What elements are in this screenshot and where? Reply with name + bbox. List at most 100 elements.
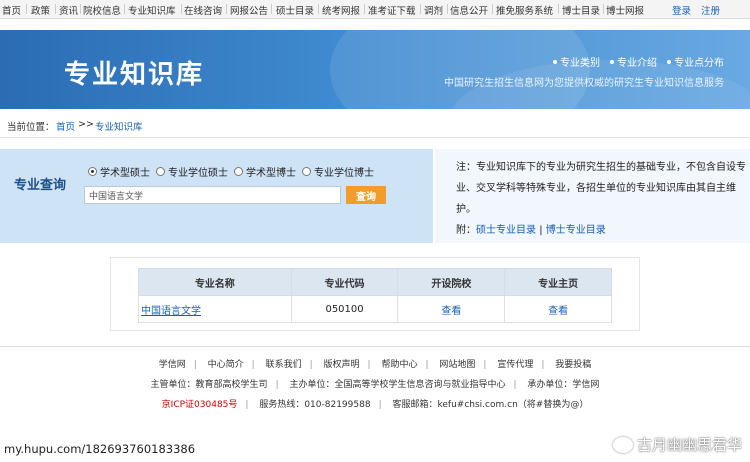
nav-separator — [181, 4, 182, 14]
nav-ticket-download[interactable]: 准考证下载 — [368, 3, 416, 17]
table-header-row: 专业名称 专业代码 开设院校 专业主页 — [138, 268, 612, 296]
master-catalog-link[interactable]: 硕士专业目录 — [476, 225, 536, 236]
bullet-icon — [553, 59, 557, 64]
notice-box: 注：专业知识库下的专业为研究生招生的基础专业，不包含自设专业、交叉学科等特殊专业… — [435, 149, 750, 243]
search-button[interactable]: 查询 — [346, 186, 386, 204]
breadcrumb-arrow: >> — [78, 119, 94, 130]
footer-operator: 承办单位：学信网 — [527, 380, 600, 390]
degree-type-radios: 学术型硕士 专业学位硕士 学术型博士 专业学位博士 — [88, 164, 374, 179]
banner-subtitle: 中国研究生招生信息网为您提供权威的研究生专业知识信息服务 — [444, 78, 724, 89]
footer-icp[interactable]: 京ICP证030485号 — [162, 400, 238, 410]
watermark-author: 古月幽幽思君华 — [612, 434, 742, 455]
radio-unchecked-icon — [156, 167, 165, 176]
nav-separator — [226, 4, 227, 14]
footer-link-copyright[interactable]: 版权声明 — [324, 360, 360, 370]
radio-unchecked-icon — [302, 167, 311, 176]
footer-link-sitemap[interactable]: 网站地图 — [439, 360, 475, 370]
radio-unchecked-icon — [234, 167, 243, 176]
attach-label: 附： — [456, 225, 476, 236]
nav-separator — [558, 4, 559, 14]
radio-professional-master[interactable]: 专业学位硕士 — [156, 164, 228, 179]
register-link[interactable]: 注册 — [701, 3, 720, 17]
footer-email: 客服邮箱：kefu#chsi.com.cn（将#替换为@） — [392, 400, 589, 410]
col-major-code: 专业代码 — [290, 268, 399, 296]
bullet-icon — [610, 59, 614, 64]
major-search-input[interactable] — [84, 186, 341, 204]
bullet-icon — [667, 59, 671, 64]
banner-link-label: 专业类别 — [560, 58, 600, 69]
page-banner: 专业知识库 专业类别 专业介绍 专业点分布 中国研究生招生信息网为您提供权威的研… — [0, 30, 750, 109]
radio-academic-phd[interactable]: 学术型博士 — [234, 164, 296, 179]
radio-label: 学术型博士 — [246, 168, 296, 179]
watermark-url: my.hupu.com/182693760183386 — [4, 442, 196, 456]
footer-sep: | — [513, 380, 517, 390]
major-code: 050100 — [290, 295, 399, 323]
footer-supervisor: 主管单位：教育部高校学生司 — [150, 380, 268, 390]
footer-sep: | — [378, 400, 382, 410]
page-title: 专业知识库 — [64, 60, 205, 90]
footer-link-chsi[interactable]: 学信网 — [159, 360, 186, 370]
top-nav: 首页 政策 资讯 院校信息 专业知识库 在线咨询 网报公告 硕士目录 统考网报 … — [0, 0, 750, 19]
nav-phd-catalog[interactable]: 博士目录 — [562, 3, 600, 17]
nav-separator — [492, 4, 493, 14]
search-label: 专业查询 — [14, 178, 67, 193]
footer-host: 主办单位：全国高等学校学生信息咨询与就业指导中心 — [289, 380, 506, 390]
nav-schools[interactable]: 院校信息 — [83, 3, 121, 17]
nav-announcement[interactable]: 网报公告 — [230, 3, 268, 17]
nav-separator — [318, 4, 319, 14]
results-table: 专业名称 专业代码 开设院校 专业主页 中国语言文学 050100 查看 查看 — [138, 268, 612, 323]
footer-link-contact[interactable]: 联系我们 — [266, 360, 302, 370]
breadcrumb-home[interactable]: 首页 — [56, 119, 75, 133]
nav-news[interactable]: 资讯 — [59, 3, 78, 17]
nav-exam-register[interactable]: 统考网报 — [322, 3, 360, 17]
nav-recommend-system[interactable]: 推免服务系统 — [496, 3, 553, 17]
footer-sep: | — [275, 380, 279, 390]
footer-link-help[interactable]: 帮助中心 — [381, 360, 417, 370]
nav-separator — [271, 4, 272, 14]
nav-policy[interactable]: 政策 — [31, 3, 50, 17]
view-homepage-link[interactable]: 查看 — [504, 295, 612, 323]
nav-phd-register[interactable]: 博士网报 — [606, 3, 644, 17]
footer-sep: | — [425, 360, 429, 370]
footer-sep: | — [251, 360, 255, 370]
radio-label: 专业学位硕士 — [168, 168, 228, 179]
footer-links: 学信网 | 中心简介 | 联系我们 | 版权声明 | 帮助中心 | 网站地图 | 宣传代理 |… — [0, 357, 750, 370]
nav-consult[interactable]: 在线咨询 — [184, 3, 222, 17]
nav-separator — [55, 4, 56, 14]
notice-attachments: 附：硕士专业目录 | 博士专业目录 — [456, 220, 746, 241]
col-homepage: 专业主页 — [504, 268, 612, 296]
footer-organizations: 主管单位：教育部高校学生司 | 主办单位：全国高等学校学生信息咨询与就业指导中心 |… — [0, 377, 750, 390]
login-link[interactable]: 登录 — [672, 3, 691, 17]
banner-links: 专业类别 专业介绍 专业点分布 — [553, 54, 724, 69]
breadcrumb: 当前位置： 首页 >> 专业知识库 — [0, 114, 750, 138]
col-major-name: 专业名称 — [138, 268, 292, 296]
nav-separator — [603, 4, 604, 14]
footer-divider — [0, 346, 750, 347]
phd-catalog-link[interactable]: 博士专业目录 — [546, 225, 606, 236]
nav-majors[interactable]: 专业知识库 — [128, 3, 176, 17]
radio-professional-phd[interactable]: 专业学位博士 — [302, 164, 374, 179]
nav-home[interactable]: 首页 — [2, 3, 21, 17]
nav-transfer[interactable]: 调剂 — [424, 3, 443, 17]
footer-sep: | — [541, 360, 545, 370]
footer-link-about[interactable]: 中心简介 — [208, 360, 244, 370]
major-name-link[interactable]: 中国语言文学 — [138, 295, 292, 323]
banner-link-category[interactable]: 专业类别 — [553, 54, 600, 69]
weibo-logo-icon — [612, 436, 633, 453]
notice-text: 注：专业知识库下的专业为研究生招生的基础专业，不包含自设专业、交叉学科等特殊专业… — [456, 162, 746, 215]
nav-separator — [420, 4, 421, 14]
radio-academic-master[interactable]: 学术型硕士 — [88, 164, 150, 179]
nav-separator — [80, 4, 81, 14]
banner-link-distribution[interactable]: 专业点分布 — [667, 54, 724, 69]
footer-link-submit[interactable]: 我要投稿 — [555, 360, 591, 370]
nav-separator — [26, 4, 27, 14]
banner-link-intro[interactable]: 专业介绍 — [610, 54, 657, 69]
footer-sep: | — [193, 360, 197, 370]
footer-link-agency[interactable]: 宣传代理 — [497, 360, 533, 370]
footer-sep: | — [309, 360, 313, 370]
nav-info-public[interactable]: 信息公开 — [450, 3, 488, 17]
nav-master-catalog[interactable]: 硕士目录 — [276, 3, 314, 17]
view-schools-link[interactable]: 查看 — [397, 295, 506, 323]
footer-contact: 京ICP证030485号 | 服务热线：010-82199588 | 客服邮箱：ke… — [0, 397, 750, 410]
breadcrumb-current[interactable]: 专业知识库 — [95, 119, 143, 133]
